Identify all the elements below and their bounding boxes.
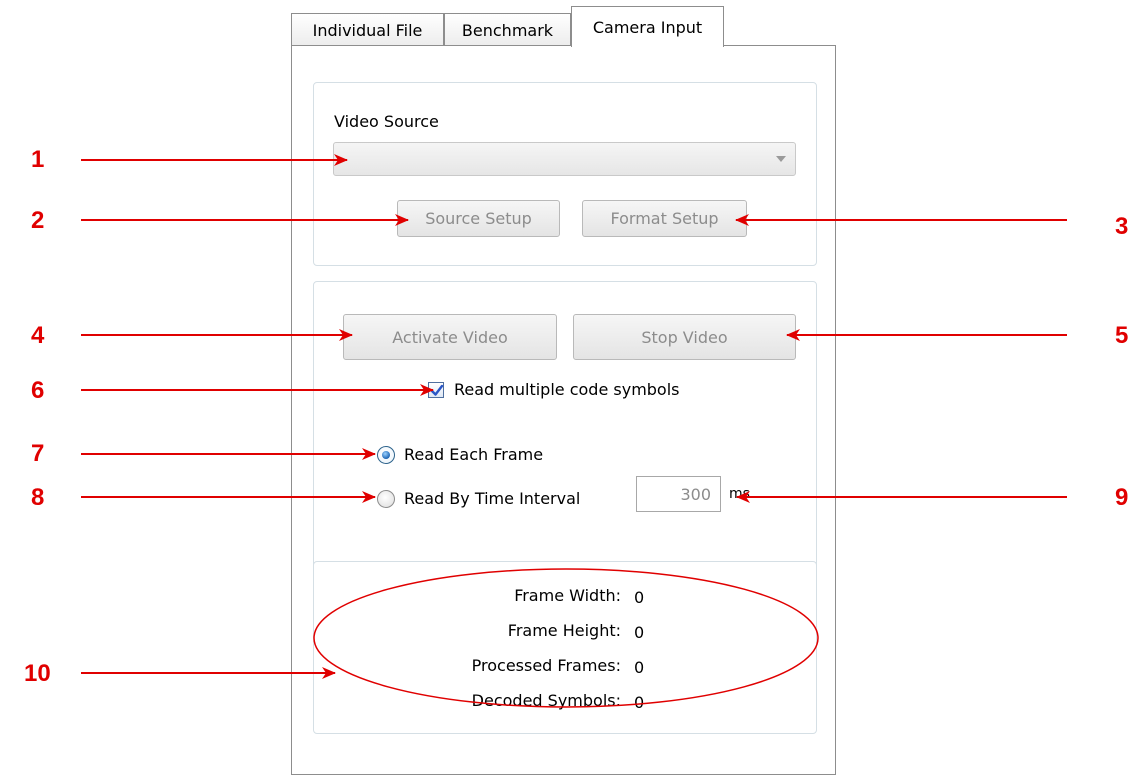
decoded-symbols-value: 0 xyxy=(634,693,645,712)
format-setup-label: Format Setup xyxy=(610,209,719,228)
interval-value: 300 xyxy=(680,484,711,504)
tab-camera-input-label: Camera Input xyxy=(592,17,703,37)
chevron-down-icon[interactable] xyxy=(776,156,786,162)
stop-video-label: Stop Video xyxy=(641,327,728,347)
stats-labels: Frame Width: Frame Height: Processed Fra… xyxy=(412,46,621,746)
callout-9: 9 xyxy=(1115,484,1129,511)
tab-camera-input[interactable]: Camera Input xyxy=(571,6,724,47)
interval-input[interactable]: 300 xyxy=(636,476,721,512)
callout-10: 10 xyxy=(24,660,51,687)
tab-benchmark-label: Benchmark xyxy=(461,20,554,40)
frame-width-label: Frame Width: xyxy=(514,586,621,605)
callout-8: 8 xyxy=(31,484,45,511)
frame-height-value: 0 xyxy=(634,623,645,642)
tab-individual-file[interactable]: Individual File xyxy=(291,13,444,46)
frame-width-value: 0 xyxy=(634,588,645,607)
callout-7: 7 xyxy=(31,440,45,467)
camera-input-panel: Video Source Source Setup Format Setup A… xyxy=(291,45,836,775)
callout-2: 2 xyxy=(31,207,45,234)
tab-benchmark[interactable]: Benchmark xyxy=(444,13,571,46)
radio-selected-dot xyxy=(382,451,390,459)
callout-6: 6 xyxy=(31,377,45,404)
processed-frames-label: Processed Frames: xyxy=(471,656,621,675)
interval-unit-label: ms xyxy=(729,486,750,502)
decoded-symbols-label: Decoded Symbols: xyxy=(471,691,621,710)
callout-3: 3 xyxy=(1115,213,1129,240)
processed-frames-value: 0 xyxy=(634,658,645,677)
callout-4: 4 xyxy=(31,322,45,349)
frame-height-label: Frame Height: xyxy=(507,621,621,640)
callout-5: 5 xyxy=(1115,322,1129,349)
read-by-interval-radio[interactable] xyxy=(377,490,395,508)
tab-individual-file-label: Individual File xyxy=(312,20,423,40)
read-each-frame-radio[interactable] xyxy=(377,446,395,464)
callout-1: 1 xyxy=(31,146,45,173)
